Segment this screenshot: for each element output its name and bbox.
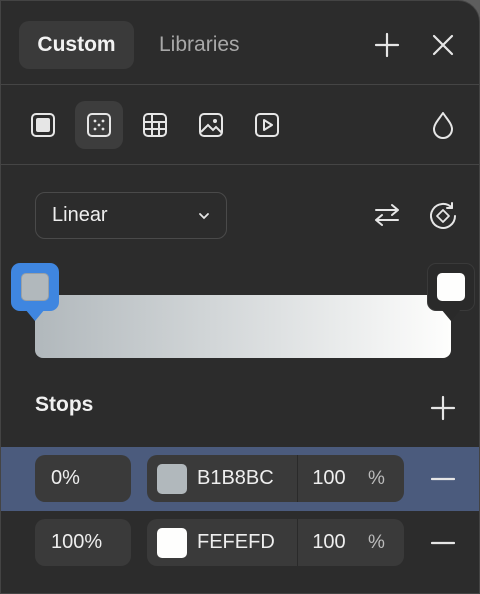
stop-swatch [21,273,49,301]
tab-custom[interactable]: Custom [19,21,134,69]
hex-value[interactable]: FEFEFD [197,531,283,554]
add-stop-button[interactable] [427,392,459,424]
tab-libraries[interactable]: Libraries [149,21,250,69]
divider [1,84,479,85]
hex-value[interactable]: B1B8BC [197,467,283,490]
chevron-down-icon [199,212,209,219]
stop-position-input[interactable]: 100% [35,519,131,566]
pattern-fill-button[interactable] [131,101,179,149]
remove-stop-button[interactable] [429,467,457,491]
rotate-icon [430,202,456,229]
color-swatch[interactable] [157,463,187,494]
percent-sign: % [368,531,385,553]
minus-icon [431,541,455,545]
stop-position-input[interactable]: 0% [35,455,131,502]
stops-heading: Stops [35,393,94,416]
divider [1,164,479,165]
video-fill-icon [255,113,279,137]
close-icon[interactable] [427,29,459,61]
rotate-gradient-button[interactable] [426,199,460,233]
swap-stops-button[interactable] [371,199,403,231]
stop-color-field[interactable]: B1B8BC 100 % [147,455,404,502]
stop-handle-end[interactable] [427,263,475,321]
minus-icon [431,477,455,481]
gradient-type-label: Linear [52,204,108,226]
droplet-icon [433,112,453,139]
stop-handle-start[interactable] [11,263,59,321]
opacity-value[interactable]: 100 [298,467,360,490]
opacity-value[interactable]: 100 [298,531,360,554]
percent-sign: % [368,467,385,489]
remove-stop-button[interactable] [429,531,457,555]
gradient-type-select[interactable]: Linear [35,192,227,239]
video-fill-button[interactable] [243,101,291,149]
color-swatch[interactable] [157,527,187,558]
opacity-button[interactable] [427,109,459,141]
swap-icon [375,204,399,226]
add-icon[interactable] [371,29,403,61]
image-fill-icon [199,113,223,137]
solid-fill-button[interactable] [19,101,67,149]
gradient-fill-icon [87,113,111,137]
pattern-fill-icon [143,113,167,137]
image-fill-button[interactable] [187,101,235,149]
plus-icon [430,395,456,421]
fill-picker-panel: Custom Libraries Linear Stops 0% B1B8BC … [0,0,480,594]
stop-color-field[interactable]: FEFEFD 100 % [147,519,404,566]
gradient-preview-bar[interactable] [35,295,451,358]
stop-swatch [437,273,465,301]
gradient-fill-button[interactable] [75,101,123,149]
solid-fill-icon [31,113,55,137]
